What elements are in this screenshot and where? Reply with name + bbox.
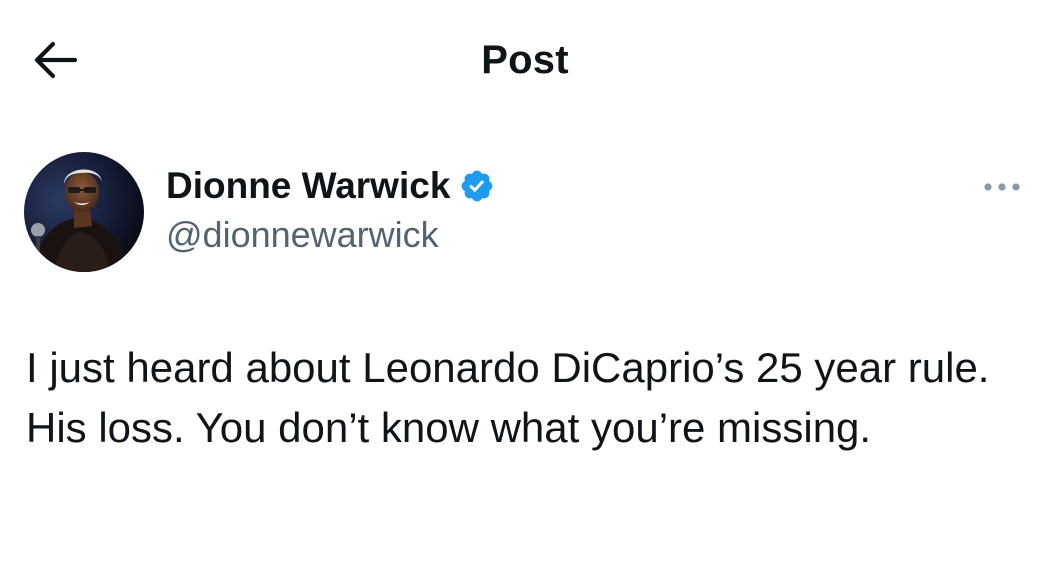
more-options-button[interactable] xyxy=(978,170,1026,204)
page-title: Post xyxy=(481,38,569,82)
post-text: I just heard about Leonardo DiCaprio’s 2… xyxy=(26,344,990,451)
verified-badge-icon xyxy=(459,168,495,204)
display-name: Dionne Warwick xyxy=(166,165,451,206)
author-name-row[interactable]: Dionne Warwick xyxy=(166,162,495,210)
profile-photo xyxy=(24,152,144,272)
more-horizontal-icon xyxy=(984,183,1020,191)
top-app-bar: Post xyxy=(0,0,1050,120)
author-handle[interactable]: @dionnewarwick xyxy=(166,212,439,258)
avatar[interactable] xyxy=(24,152,144,272)
post-screen: Post Dionne Warwick @dionnewarwick I jus… xyxy=(0,0,1050,569)
